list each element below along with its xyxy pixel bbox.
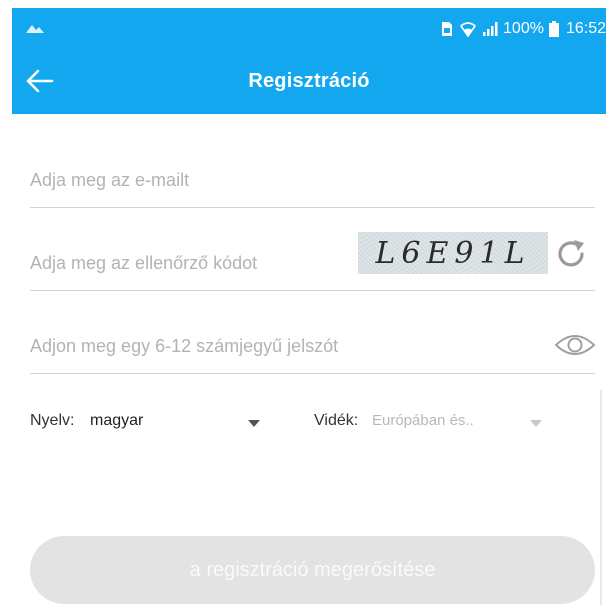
region-label: Vidék: bbox=[314, 412, 359, 429]
image-notification-icon bbox=[26, 25, 44, 33]
scrollbar bbox=[600, 390, 602, 605]
language-select[interactable]: magyar bbox=[90, 412, 143, 430]
page-title: Regisztráció bbox=[248, 70, 370, 92]
email-field-container bbox=[30, 150, 595, 208]
password-field-container bbox=[30, 314, 596, 374]
status-bar: 100% 16:52 bbox=[12, 8, 606, 48]
battery-icon bbox=[548, 21, 559, 37]
sim-card-icon bbox=[440, 21, 454, 37]
region-select[interactable]: Európában és.. bbox=[372, 412, 474, 429]
email-field[interactable] bbox=[30, 163, 595, 207]
eye-icon[interactable] bbox=[554, 332, 596, 358]
signal-icon bbox=[482, 21, 498, 37]
chevron-down-icon[interactable] bbox=[248, 420, 260, 427]
selectors-row: Nyelv: magyar Vidék: Európában és.. bbox=[30, 408, 595, 438]
captcha-image[interactable]: L6E91L bbox=[358, 232, 548, 274]
chevron-down-icon[interactable] bbox=[530, 420, 542, 427]
password-field[interactable] bbox=[30, 329, 530, 373]
top-bar: 100% 16:52 Regisztráció bbox=[12, 8, 606, 114]
status-icons: 100% 16:52 bbox=[440, 18, 606, 40]
app-bar: Regisztráció bbox=[12, 48, 606, 114]
confirm-registration-button[interactable]: a regisztráció megerősítése bbox=[30, 536, 595, 604]
verification-code-field-container: L6E91L bbox=[30, 232, 595, 291]
refresh-icon[interactable] bbox=[553, 236, 589, 272]
language-label: Nyelv: bbox=[30, 412, 75, 429]
wifi-icon bbox=[459, 21, 477, 37]
clock: 16:52 bbox=[565, 20, 606, 37]
battery-percent: 100% bbox=[503, 20, 544, 37]
verification-code-field[interactable] bbox=[30, 246, 350, 290]
